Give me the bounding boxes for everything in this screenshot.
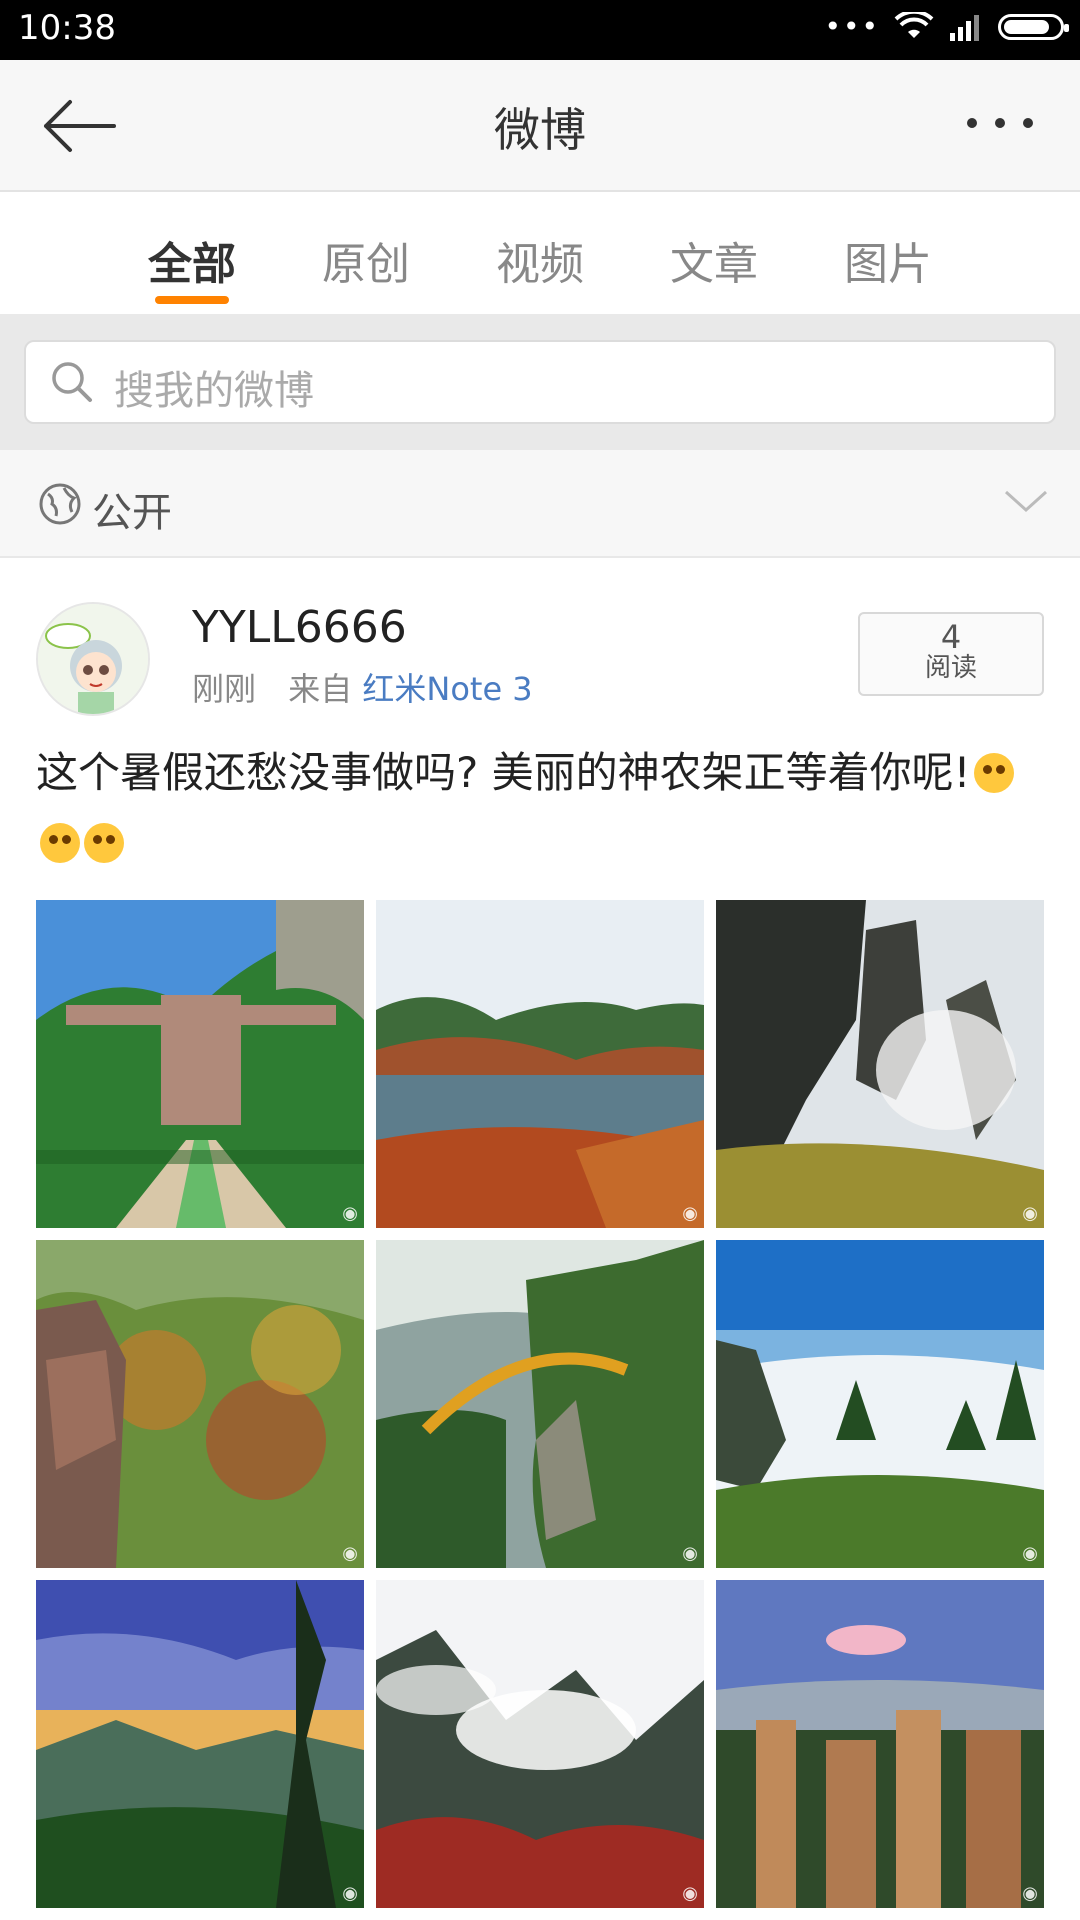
post-time: 刚刚 — [192, 670, 257, 708]
post-meta: 刚刚 来自 红米Note 3 — [192, 664, 533, 710]
weibo-post[interactable]: YYLL6666 刚刚 来自 红米Note 3 4 阅读 这个暑假还愁没事做吗?… — [0, 558, 1080, 1920]
watermark-icon: ◉ — [342, 1883, 358, 1904]
status-bar: 10:38 ••• — [0, 0, 1080, 60]
emoji-icon — [84, 823, 124, 863]
watermark-icon: ◉ — [1022, 1883, 1038, 1904]
page-title: 微博 — [494, 103, 586, 157]
photo-thumbnail[interactable]: ◉ — [716, 900, 1044, 1228]
tab-pictures[interactable]: 图片 — [828, 228, 948, 292]
visibility-selector[interactable]: 公开 — [0, 450, 1080, 558]
post-body: 这个暑假还愁没事做吗? 美丽的神农架正等着你呢! — [36, 748, 971, 797]
watermark-icon: ◉ — [1022, 1203, 1038, 1224]
chevron-down-icon — [1004, 490, 1048, 513]
emoji-icon — [40, 823, 80, 863]
photo-thumbnail[interactable]: ◉ — [716, 1240, 1044, 1568]
battery-icon — [998, 14, 1069, 40]
filter-tabs: 全部 原创 视频 文章 图片 — [0, 192, 1080, 314]
photo-thumbnail[interactable]: ◉ — [36, 1580, 364, 1908]
search-input[interactable]: 搜我的微博 — [24, 340, 1056, 424]
globe-icon — [39, 483, 81, 525]
photo-thumbnail[interactable]: ◉ — [376, 1240, 704, 1568]
photo-thumbnail[interactable]: ◉ — [36, 1240, 364, 1568]
post-device[interactable]: 红米Note 3 — [362, 670, 532, 708]
post-text: 这个暑假还愁没事做吗? 美丽的神农架正等着你呢! — [36, 738, 1036, 878]
status-time: 10:38 — [18, 8, 116, 48]
tab-video[interactable]: 视频 — [480, 228, 600, 292]
top-header: 微博 — [0, 60, 1080, 192]
tab-article[interactable]: 文章 — [654, 228, 774, 292]
search-area: 搜我的微博 — [0, 314, 1080, 450]
photo-thumbnail[interactable]: ◉ — [376, 900, 704, 1228]
search-icon — [52, 362, 92, 402]
read-count: 4 — [940, 618, 962, 656]
visibility-label: 公开 — [92, 490, 172, 536]
notification-dots: ••• — [824, 10, 880, 43]
watermark-icon: ◉ — [1022, 1543, 1038, 1564]
read-label: 阅读 — [924, 653, 977, 683]
watermark-icon: ◉ — [342, 1203, 358, 1224]
photo-thumbnail[interactable]: ◉ — [376, 1580, 704, 1908]
post-source-prefix: 来自 — [288, 670, 353, 708]
photo-thumbnail[interactable]: ◉ — [716, 1580, 1044, 1908]
avatar[interactable] — [36, 602, 150, 716]
emoji-icon — [974, 753, 1015, 793]
tab-original[interactable]: 原创 — [306, 228, 426, 292]
watermark-icon: ◉ — [342, 1543, 358, 1564]
read-count-badge[interactable]: 4 阅读 — [858, 612, 1044, 696]
photo-thumbnail[interactable]: ◉ — [36, 900, 364, 1228]
more-options-icon[interactable] — [960, 108, 1040, 138]
wifi-icon — [894, 12, 934, 38]
search-placeholder: 搜我的微博 — [114, 368, 314, 414]
active-tab-indicator — [155, 296, 229, 304]
post-username[interactable]: YYLL6666 — [192, 602, 407, 653]
watermark-icon: ◉ — [682, 1543, 698, 1564]
signal-icon — [950, 15, 979, 41]
watermark-icon: ◉ — [682, 1883, 698, 1904]
tab-all[interactable]: 全部 — [132, 228, 252, 292]
watermark-icon: ◉ — [682, 1203, 698, 1224]
